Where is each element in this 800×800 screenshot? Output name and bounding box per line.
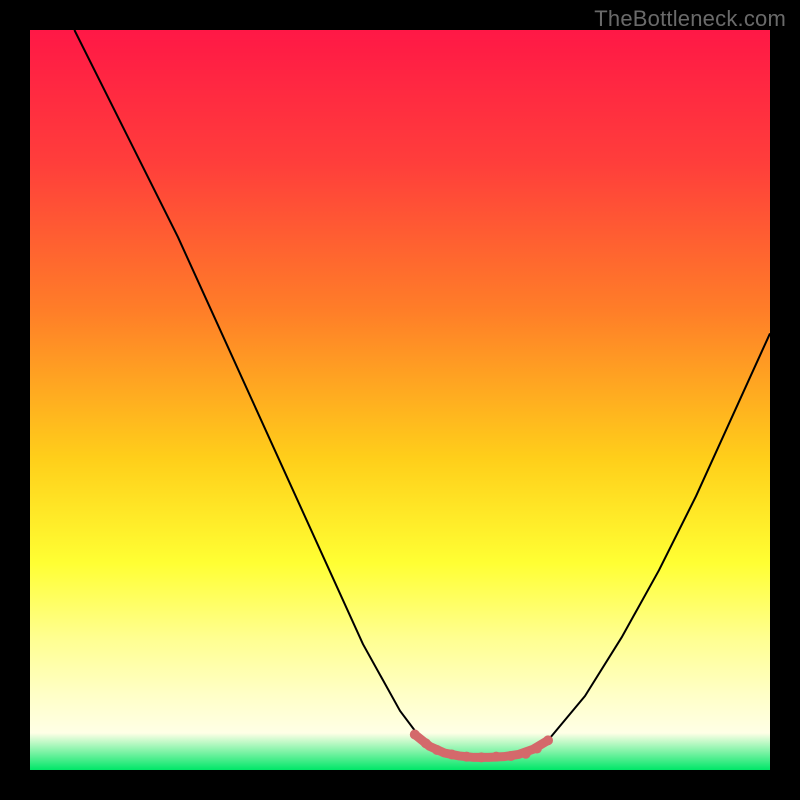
marker-point [491, 752, 501, 762]
plot-area [30, 30, 770, 770]
watermark-text: TheBottleneck.com [594, 6, 786, 32]
marker-point [462, 752, 472, 762]
gradient-background [30, 30, 770, 770]
chart-frame: TheBottleneck.com [0, 0, 800, 800]
marker-point [521, 749, 531, 759]
marker-point [447, 749, 457, 759]
marker-point [476, 752, 486, 762]
chart-svg [30, 30, 770, 770]
marker-point [410, 729, 420, 739]
marker-point [421, 738, 431, 748]
marker-point [432, 745, 442, 755]
marker-point [543, 735, 553, 745]
marker-point [506, 751, 516, 761]
marker-point [532, 744, 542, 754]
